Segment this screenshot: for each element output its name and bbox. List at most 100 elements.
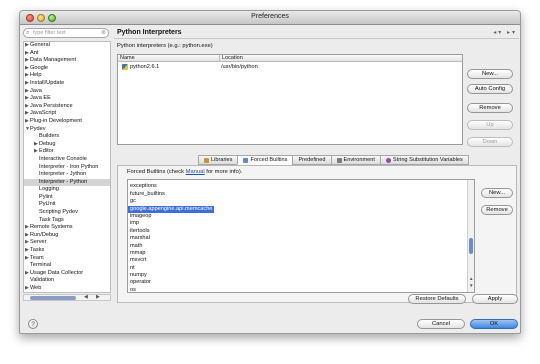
tree-horizontal-scrollbar[interactable]: ◀ ▶ [23, 294, 111, 301]
sidebar-item-editor[interactable]: ▶Editor [24, 148, 110, 156]
list-item[interactable]: itertools [128, 228, 474, 235]
tab-predefined[interactable]: Predefined [292, 155, 332, 165]
sidebar-item-builders[interactable]: Builders [24, 133, 110, 141]
scrollbar-thumb[interactable] [469, 238, 473, 254]
list-item[interactable]: google.appengine.api.memcache [128, 205, 474, 213]
sidebar-item-validation[interactable]: Validation [24, 277, 110, 285]
sidebar-item-team[interactable]: ▶Team [24, 255, 110, 263]
tab-environment[interactable]: Environment [330, 155, 381, 165]
remove-interpreter-button[interactable]: Remove [467, 103, 513, 113]
sidebar-item-javascript[interactable]: ▶JavaScript [24, 110, 110, 118]
scrollbar-thumb[interactable] [30, 296, 76, 300]
sidebar-item-debug[interactable]: ▶Debug [24, 141, 110, 149]
sidebar-item-terminal[interactable]: Terminal [24, 262, 110, 270]
sidebar-item-logging[interactable]: Logging [24, 186, 110, 194]
scroll-down-icon[interactable]: ▼ [469, 283, 473, 288]
history-nav[interactable]: ◂▾ ▸▾ [493, 29, 517, 36]
sidebar-item-pydev[interactable]: ▼Pydev [24, 126, 110, 134]
list-item[interactable]: gc [128, 198, 474, 205]
sidebar-item-label: Remote Systems [30, 224, 73, 231]
list-item[interactable]: imageop [128, 213, 474, 220]
sidebar-item-tasks[interactable]: ▶Tasks [24, 247, 110, 255]
auto-config-button[interactable]: Auto Config [467, 84, 513, 94]
sidebar-item-server[interactable]: ▶Server [24, 239, 110, 247]
sidebar-item-remote-systems[interactable]: ▶Remote Systems [24, 224, 110, 232]
sidebar-item-task-tags[interactable]: Task Tags [24, 217, 110, 225]
list-item[interactable]: marshal [128, 235, 474, 242]
new-interpreter-button[interactable]: New... [467, 69, 513, 79]
sidebar-item-interpreter-python[interactable]: Interpreter - Python [24, 178, 110, 187]
sidebar-item-plug-in-development[interactable]: ▶Plug-in Development [24, 118, 110, 126]
remove-builtin-button[interactable]: Remove [481, 205, 513, 215]
sidebar-item-interpreter-jython[interactable]: Interpreter - Jython [24, 171, 110, 179]
column-name[interactable]: Name [120, 55, 135, 61]
sidebar-item-java-ee[interactable]: ▶Java EE [24, 95, 110, 103]
help-icon[interactable]: ? [28, 319, 38, 329]
list-item[interactable]: mmap [128, 250, 474, 257]
string-substitution-icon [385, 157, 391, 163]
scroll-left-icon[interactable]: ◀ [84, 294, 88, 300]
sidebar-item-label: Usage Data Collector [30, 269, 84, 276]
tab-string-substitution-variables[interactable]: String Substitution Variables [379, 155, 469, 165]
sidebar-item-ant[interactable]: ▶Ant [24, 50, 110, 58]
sidebar-item-java[interactable]: ▶Java [24, 88, 110, 96]
up-button[interactable]: Up [467, 120, 513, 130]
manual-link[interactable]: Manual [186, 169, 205, 175]
list-item[interactable]: operator [128, 279, 474, 286]
list-item[interactable]: nt [128, 265, 474, 272]
back-menu-icon[interactable]: ▾ [498, 30, 503, 36]
table-row[interactable]: python2.6.1 /usr/bin/python [118, 64, 462, 72]
list-item[interactable]: exceptions [128, 183, 474, 190]
sidebar-item-run-debug[interactable]: ▶Run/Debug [24, 232, 110, 240]
apply-button[interactable]: Apply [472, 294, 518, 304]
tab-forced-builtins[interactable]: Forced Builtins [237, 155, 294, 165]
sidebar-item-interpreter-iron-python[interactable]: Interpreter - Iron Python [24, 164, 110, 172]
list-item[interactable]: future_builtins [128, 191, 474, 198]
list-item[interactable]: math [128, 243, 474, 250]
window-title: Preferences [251, 13, 289, 20]
dialog-footer: ? Cancel OK [20, 311, 520, 333]
sidebar-item-label: Debug [39, 140, 56, 147]
new-builtin-button[interactable]: New... [481, 188, 513, 198]
sidebar-item-java-persistence[interactable]: ▶Java Persistence [24, 103, 110, 111]
preference-tree[interactable]: ▶General ▶Ant ▶Data Management ▶Google ▶Help… [23, 41, 111, 293]
sidebar-item-google[interactable]: ▶Google [24, 65, 110, 73]
sidebar-item-usage-data-collector[interactable]: ▶Usage Data Collector [24, 270, 110, 278]
interpreters-table[interactable]: Name Location python2.6.1 /usr/bin/pytho… [117, 54, 463, 145]
list-item[interactable]: imp [128, 220, 474, 227]
list-item[interactable]: os [128, 287, 474, 292]
sidebar-item-scripting-pydev[interactable]: Scripting Pydev [24, 209, 110, 217]
clear-filter-icon[interactable]: ⊗ [101, 29, 106, 36]
list-item[interactable]: msvcrt [128, 257, 474, 264]
list-item[interactable]: numpy [128, 272, 474, 279]
title-bar[interactable]: Preferences [20, 11, 520, 25]
sidebar-item-help[interactable]: ▶Help [24, 72, 110, 80]
cancel-button[interactable]: Cancel [417, 319, 465, 329]
down-button[interactable]: Down [467, 137, 513, 147]
preferences-window: Preferences ⌕ type filter text ⊗ ▶Genera… [19, 10, 521, 334]
restore-defaults-button[interactable]: Restore Defaults [408, 294, 466, 304]
column-location[interactable]: Location [219, 55, 243, 62]
builtin-name: imp [130, 220, 140, 227]
ok-button[interactable]: OK [470, 319, 518, 329]
page-title: Python Interpreters [117, 29, 182, 36]
sidebar-item-general[interactable]: ▶General [24, 42, 110, 50]
forced-builtins-label: Forced Builtins (check Manual for more i… [127, 169, 242, 175]
tab-label: Libraries [211, 156, 233, 163]
builtin-name: marshal [130, 235, 150, 242]
tab-libraries[interactable]: Libraries [198, 155, 239, 165]
sidebar-item-pyunit[interactable]: PyUnit [24, 201, 110, 209]
label-prefix: Forced Builtins (check [127, 169, 185, 175]
sidebar-item-pylint[interactable]: Pylint [24, 194, 110, 202]
sidebar-item-data-management[interactable]: ▶Data Management [24, 57, 110, 65]
filter-input[interactable]: ⌕ type filter text ⊗ [23, 28, 109, 38]
scroll-right-icon[interactable]: ▶ [96, 294, 100, 300]
sidebar-item-web[interactable]: ▶Web [24, 285, 110, 292]
forced-builtins-list[interactable]: errno exceptions future_builtins gc google.a… [127, 179, 475, 293]
sidebar-item-interactive-console[interactable]: Interactive Console [24, 156, 110, 164]
forward-menu-icon[interactable]: ▾ [512, 30, 517, 36]
filter-placeholder: type filter text [33, 30, 66, 36]
sidebar-item-install-update[interactable]: ▶Install/Update [24, 80, 110, 88]
list-vertical-scrollbar[interactable]: ▲ ▼ [467, 180, 474, 292]
scroll-up-icon[interactable]: ▲ [469, 276, 473, 281]
